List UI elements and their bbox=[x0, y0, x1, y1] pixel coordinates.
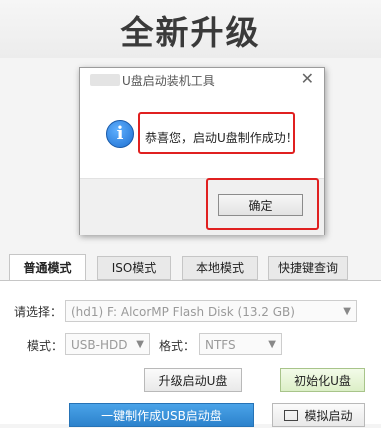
simulate-boot-label: 模拟启动 bbox=[304, 409, 353, 423]
mode-tabs: 普通模式 ISO模式 本地模式 快捷键查询 bbox=[0, 252, 381, 281]
normal-mode-panel: 请选择： (hd1) F: AlcorMP Flash Disk (13.2 G… bbox=[0, 280, 381, 427]
monitor-icon bbox=[284, 410, 299, 421]
dialog-title-bar[interactable]: U盘启动装机工具 ✕ bbox=[80, 68, 324, 92]
chevron-down-icon: ▼ bbox=[136, 339, 144, 350]
tab-normal-mode[interactable]: 普通模式 bbox=[9, 254, 86, 281]
device-select-value: (hd1) F: AlcorMP Flash Disk (13.2 GB) bbox=[71, 305, 295, 319]
dialog-title: U盘启动装机工具 bbox=[122, 74, 215, 88]
device-label: 请选择： bbox=[14, 305, 63, 319]
message-highlight-box bbox=[138, 112, 295, 154]
banner-title: 全新升级 bbox=[120, 13, 261, 52]
simulate-boot-button[interactable]: 模拟启动 bbox=[272, 403, 365, 427]
init-usb-button[interactable]: 初始化U盘 bbox=[280, 368, 365, 392]
ok-button-highlight-box bbox=[206, 178, 319, 230]
close-icon[interactable]: ✕ bbox=[301, 69, 314, 88]
tab-iso-mode[interactable]: ISO模式 bbox=[97, 256, 171, 280]
top-banner: 全新升级 bbox=[0, 0, 381, 58]
upgrade-usb-button[interactable]: 升级启动U盘 bbox=[144, 368, 242, 392]
tab-shortcut-query[interactable]: 快捷键查询 bbox=[268, 256, 348, 280]
tab-local-mode[interactable]: 本地模式 bbox=[182, 256, 258, 280]
make-usb-boot-button[interactable]: 一键制作成USB启动盘 bbox=[69, 403, 254, 427]
mode-label: 模式： bbox=[27, 339, 64, 353]
chevron-down-icon: ▼ bbox=[268, 339, 276, 350]
info-icon: i bbox=[106, 120, 134, 148]
blurred-app-name bbox=[90, 74, 120, 86]
chevron-down-icon: ▼ bbox=[343, 306, 351, 317]
format-select-value: NTFS bbox=[205, 338, 236, 352]
mode-select[interactable]: USB-HDD ▼ bbox=[65, 333, 150, 355]
format-label: 格式： bbox=[159, 339, 196, 353]
mode-select-value: USB-HDD bbox=[71, 338, 128, 352]
format-select[interactable]: NTFS ▼ bbox=[199, 333, 282, 355]
device-select[interactable]: (hd1) F: AlcorMP Flash Disk (13.2 GB) ▼ bbox=[65, 300, 357, 322]
